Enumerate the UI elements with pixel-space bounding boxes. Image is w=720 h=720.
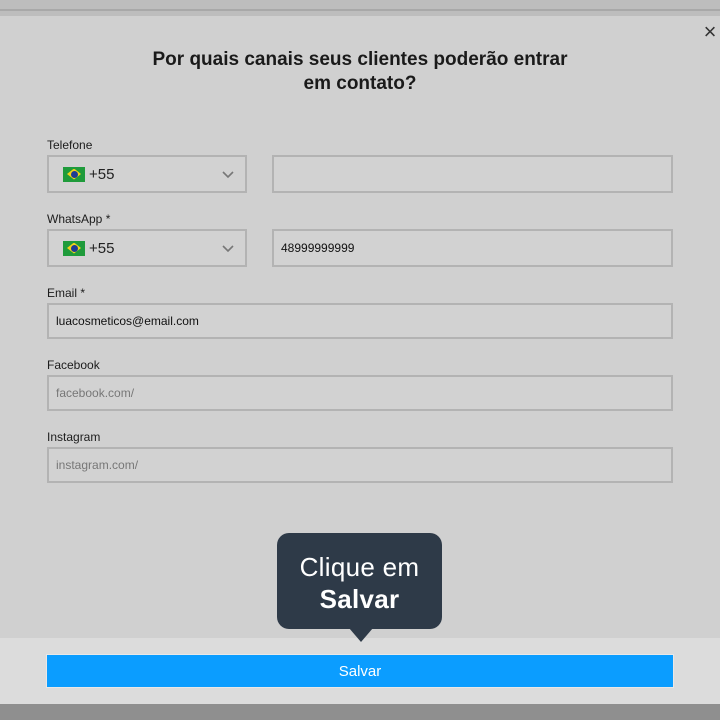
- facebook-input[interactable]: facebook.com/: [47, 375, 673, 411]
- email-label: Email *: [47, 286, 86, 300]
- tooltip-arrow: [349, 628, 373, 642]
- chevron-down-icon: [222, 245, 234, 253]
- close-icon[interactable]: ×: [700, 21, 720, 43]
- tooltip-line1: Clique em: [299, 552, 420, 582]
- save-button[interactable]: Salvar: [46, 654, 674, 688]
- facebook-label: Facebook: [47, 358, 100, 372]
- browser-top-bar: [0, 0, 720, 16]
- modal-title-line1: Por quais canais seus clientes poderão e…: [152, 49, 568, 70]
- instagram-label: Instagram: [47, 430, 101, 444]
- whatsapp-label: WhatsApp *: [47, 212, 111, 226]
- brazil-flag-icon: [63, 166, 85, 182]
- telefone-number-input[interactable]: [272, 155, 673, 193]
- telefone-country-code: +55: [89, 165, 115, 183]
- whatsapp-number-input[interactable]: 48999999999: [272, 229, 673, 267]
- instagram-input[interactable]: instagram.com/: [47, 447, 673, 483]
- email-field[interactable]: luacosmeticos@email.com: [47, 303, 673, 339]
- whatsapp-country-code: +55: [89, 239, 115, 257]
- chevron-down-icon: [222, 171, 234, 179]
- tutorial-tooltip: Clique em Salvar: [277, 533, 442, 629]
- modal-title: Por quais canais seus clientes poderão e…: [120, 48, 600, 96]
- whatsapp-country-select[interactable]: +55: [47, 229, 247, 267]
- brazil-flag-icon: [63, 240, 85, 256]
- telefone-label: Telefone: [47, 138, 93, 152]
- telefone-country-select[interactable]: +55: [47, 155, 247, 193]
- modal-title-line2: em contato?: [303, 73, 417, 94]
- page-bottom-bar: [0, 704, 720, 720]
- tooltip-line2: Salvar: [319, 584, 400, 614]
